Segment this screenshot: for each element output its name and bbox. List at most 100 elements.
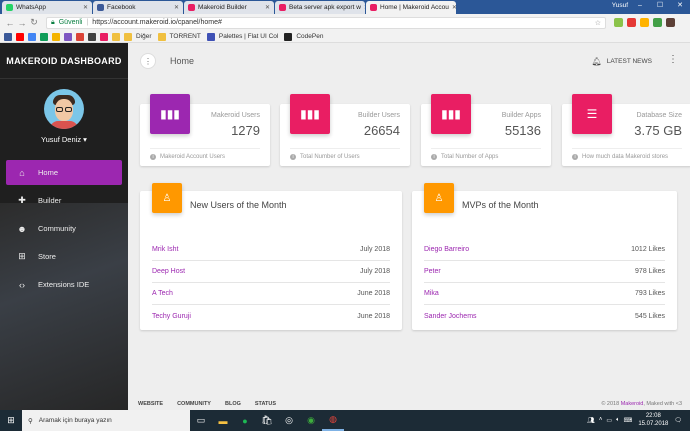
bookmark-favicon-icon[interactable] [16,32,24,41]
bookmark-favicon-icon[interactable] [4,32,12,41]
list-item-name[interactable]: Peter [424,268,441,275]
stat-value: 3.75 GB [634,123,682,138]
sidebar-brand[interactable]: MAKEROID DASHBOARD [0,43,128,79]
more-vert-icon[interactable]: ⋮ [668,54,678,65]
forward-icon[interactable]: → [16,18,28,28]
url-separator: | [86,19,89,26]
browser-tab[interactable]: Facebook ✕ [93,1,183,14]
sidebar: MAKEROID DASHBOARD Yusuf Deniz ▾ ⌂ Home ✚ B… [0,43,128,410]
bookmark-favicon-icon[interactable] [64,32,72,41]
bookmark-item[interactable]: TORRENT [170,33,201,40]
notifications-icon[interactable]: 🗨︎ [674,417,682,424]
tab-title: Facebook [107,4,136,11]
footer-link-website[interactable]: WEBSITE [138,401,163,407]
bookmark-star-icon[interactable]: ☆ [595,19,601,27]
list-item: Diego Barreiro 1012 Likes [424,239,665,261]
user-icon: ♙ [152,183,182,213]
bookmark-favicon-icon[interactable] [88,32,96,41]
tab-favicon-icon [370,4,377,11]
bookmark-item[interactable]: Palettes | Flat UI Col [219,33,279,40]
mvps-card: ♙ MVPs of the Month Diego Barreiro 1012 L… [412,183,677,330]
sidebar-item-label: Community [38,224,76,233]
reload-icon[interactable]: ↻ [28,17,40,28]
chrome-icon[interactable]: ◍ [322,410,344,431]
maximize-icon[interactable]: ☐ [650,0,670,12]
bookmark-folder-icon[interactable] [284,32,293,41]
sidebar-item-label: Extensions IDE [38,280,90,289]
sidebar-item-community[interactable]: ☻ Community [6,216,122,241]
close-window-icon[interactable]: ✕ [670,0,690,12]
back-icon[interactable]: ← [4,18,16,28]
list-item-name[interactable]: Sander Jochems [424,313,477,320]
tab-title: Makeroid Builder [198,4,247,11]
people-icon[interactable]: 👥︎ [587,417,595,424]
store-icon[interactable]: 🛍︎ [256,415,278,426]
footer-link-community[interactable]: COMMUNITY [177,401,211,407]
puzzle-icon: ✚ [18,195,26,205]
bookmark-favicon-icon[interactable] [28,32,36,41]
stat-card: ▮▮▮ Makeroid Users 1279 i Makeroid Account U… [140,94,270,166]
sidebar-item-extensions-ide[interactable]: ‹› Extensions IDE [6,272,122,297]
latest-news-button[interactable]: 🔔︎ LATEST NEWS [592,57,652,66]
file-explorer-icon[interactable]: ▬ [212,416,234,426]
extension-icon[interactable] [640,18,649,27]
bookmark-folder-icon[interactable] [157,32,166,41]
tab-close-icon[interactable]: ✕ [361,4,365,11]
bookmark-folder-icon[interactable] [124,32,132,41]
bookmark-item[interactable]: Diğer [136,33,152,40]
copyright-suffix: , Maked with <3 [643,401,682,407]
tab-close-icon[interactable]: ✕ [171,4,179,11]
bookmark-favicon-icon[interactable] [76,32,84,41]
list-item-name[interactable]: Diego Barreiro [424,246,469,253]
extension-icon[interactable] [614,18,623,27]
taskbar-search-input[interactable]: ⚲ Aramak için buraya yazın [22,410,190,431]
list-item-name[interactable]: Mrik Isht [152,246,178,253]
browser-tab[interactable]: Makeroid Builder ✕ [184,1,274,14]
bookmark-favicon-icon[interactable] [52,32,60,41]
list-item-name[interactable]: Mika [424,290,439,297]
extension-icon[interactable] [666,18,675,27]
sidebar-item-store[interactable]: ⊞ Store [6,244,122,269]
bookmark-favicon-icon[interactable] [100,32,108,41]
stat-label: Builder Users [357,112,400,119]
xbox-icon[interactable]: ◉ [300,415,322,426]
steam-icon[interactable]: ◎ [278,415,300,426]
tab-close-icon[interactable]: ✕ [262,4,270,11]
footer-link-blog[interactable]: BLOG [225,401,241,407]
network-icon[interactable]: ▭ [606,417,612,424]
browser-tab[interactable]: Beta server apk export w✕ [275,1,365,14]
sidebar-item-home[interactable]: ⌂ Home [6,160,122,185]
info-icon: i [290,154,296,160]
avatar[interactable] [44,89,84,129]
browser-tab[interactable]: WhatsApp ✕ [2,1,92,14]
list-item-name[interactable]: Techy Guruji [152,313,191,320]
url-input[interactable]: 🔒︎ Güvenli | https://account.makeroid.io… [46,16,606,29]
windows-start-icon[interactable]: ⊞ [0,415,22,426]
list-item-name[interactable]: Deep Host [152,268,185,275]
clock[interactable]: 22:08 15.07.2018 [638,412,668,428]
tab-close-icon[interactable]: ✕ [80,4,88,11]
volume-icon[interactable]: 🔈︎ [616,417,620,424]
bookmark-favicon-icon[interactable] [112,32,120,41]
sidebar-toggle-button[interactable]: ⋮ [140,53,156,69]
extension-icon[interactable] [627,18,636,27]
list-item-name[interactable]: A Tech [152,290,173,297]
makeroid-link[interactable]: Makeroid [621,401,644,407]
keyboard-icon[interactable]: ⌨ [624,417,633,424]
footer-link-status[interactable]: STATUS [255,401,276,407]
user-menu-toggle[interactable]: Yusuf Deniz ▾ [0,135,128,144]
task-view-icon[interactable]: ▭ [190,415,212,426]
bookmark-folder-icon[interactable] [206,32,215,41]
chevron-up-icon[interactable]: ˄ [599,417,603,423]
extension-icon[interactable] [653,18,662,27]
minimize-icon[interactable]: – [630,0,650,12]
browser-tab[interactable]: Home | Makeroid Accou ✕ [366,1,456,14]
browser-profile-name[interactable]: Yusuf [612,2,628,9]
tab-close-icon[interactable]: ✕ [449,4,456,11]
clock-date: 15.07.2018 [638,421,669,427]
bookmark-favicon-icon[interactable] [40,32,48,41]
bookmark-item[interactable]: CodePen [296,33,323,40]
spotify-icon[interactable]: ● [234,416,256,426]
info-icon: i [431,154,437,160]
sidebar-item-builder[interactable]: ✚ Builder [6,188,122,213]
